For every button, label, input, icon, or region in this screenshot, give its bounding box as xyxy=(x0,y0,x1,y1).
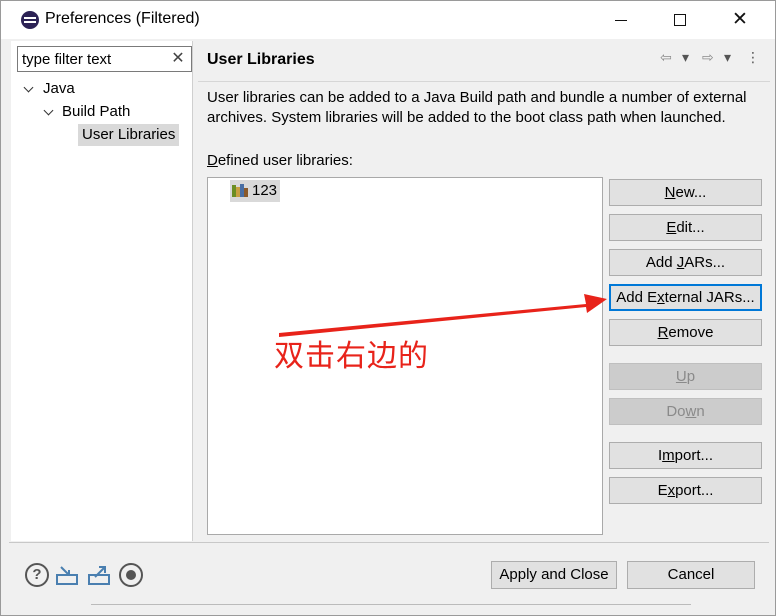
maximize-icon xyxy=(674,14,686,26)
button-label: Add xyxy=(645,254,677,271)
header-divider xyxy=(198,81,770,82)
annotation-text: 双击右边的 xyxy=(274,339,429,374)
filter-input[interactable] xyxy=(22,50,162,68)
tree-item-label: User Libraries xyxy=(82,126,176,143)
record-icon[interactable] xyxy=(119,563,143,587)
new-button[interactable]: New... xyxy=(609,179,762,206)
title-bar: Preferences (Filtered) ✕ xyxy=(1,1,775,39)
button-label: Do xyxy=(666,403,686,420)
maximize-button[interactable] xyxy=(651,1,709,39)
button-label: ARs... xyxy=(684,254,726,271)
preferences-window: Preferences (Filtered) ✕ ✕ Java Build Pa… xyxy=(0,0,776,616)
close-button[interactable]: ✕ xyxy=(711,1,769,39)
button-label: ternal JARs... xyxy=(664,289,755,306)
chevron-down-icon[interactable] xyxy=(23,83,35,95)
page-navigation: ⇦ ▾ ⇨ ▾ ⋮ xyxy=(658,49,760,67)
preference-tree-pane: ✕ Java Build Path User Libraries xyxy=(11,41,193,541)
button-label: n xyxy=(696,403,705,420)
button-label: dit... xyxy=(676,219,705,236)
help-icon[interactable]: ? xyxy=(25,563,49,587)
add-external-jars-button[interactable]: Add External JARs... xyxy=(609,284,762,311)
minimize-icon xyxy=(615,20,627,21)
chevron-down-icon[interactable] xyxy=(43,106,55,118)
mnemonic-letter: N xyxy=(664,184,676,201)
cancel-button[interactable]: Cancel xyxy=(627,561,755,589)
button-label: ew... xyxy=(675,184,707,201)
tree-item-user-libraries[interactable]: User Libraries xyxy=(78,124,180,146)
button-label: Add E xyxy=(616,289,658,306)
page-title: User Libraries xyxy=(207,51,315,68)
import-preferences-icon[interactable] xyxy=(55,563,79,587)
mnemonic-letter: w xyxy=(685,403,697,420)
mnemonic-letter: D xyxy=(207,152,218,169)
page-description: User libraries can be added to a Java Bu… xyxy=(207,89,747,126)
view-menu-icon[interactable]: ⋮ xyxy=(746,49,760,66)
clear-filter-icon[interactable]: ✕ xyxy=(169,49,187,69)
library-item[interactable]: 123 xyxy=(230,180,281,202)
up-button[interactable]: Up xyxy=(609,363,762,390)
tree-item-build-path[interactable]: Build Path xyxy=(43,101,130,123)
mnemonic-letter: x xyxy=(657,289,665,306)
import-button[interactable]: Import... xyxy=(609,442,762,469)
apply-and-close-button[interactable]: Apply and Close xyxy=(491,561,617,589)
background-window-edge xyxy=(91,604,691,616)
minimize-button[interactable] xyxy=(593,1,651,39)
eclipse-icon xyxy=(21,11,39,29)
filter-box: ✕ xyxy=(17,46,192,72)
button-label: port... xyxy=(674,447,714,464)
edit-button[interactable]: Edit... xyxy=(609,214,762,241)
export-button[interactable]: Export... xyxy=(609,477,762,504)
defined-libraries-label: Defined user libraries: xyxy=(207,152,353,169)
button-label: p xyxy=(686,368,696,385)
mnemonic-letter: R xyxy=(657,324,669,341)
library-icon xyxy=(232,183,248,197)
forward-menu-icon[interactable]: ▾ xyxy=(724,49,731,66)
back-menu-icon[interactable]: ▾ xyxy=(682,49,689,66)
remove-button[interactable]: Remove xyxy=(609,319,762,346)
button-label: port... xyxy=(675,482,714,499)
button-label: E xyxy=(657,482,668,499)
down-button[interactable]: Down xyxy=(609,398,762,425)
label-text: efined user libraries: xyxy=(217,152,353,169)
export-preferences-icon[interactable] xyxy=(87,563,111,587)
mnemonic-letter: x xyxy=(667,482,676,499)
add-jars-button[interactable]: Add JARs... xyxy=(609,249,762,276)
mnemonic-letter: E xyxy=(666,219,677,236)
tree-item-label: Build Path xyxy=(62,103,131,120)
mnemonic-letter: m xyxy=(662,447,675,464)
tree-item-java[interactable]: Java xyxy=(23,78,75,100)
window-title: Preferences (Filtered) xyxy=(45,10,200,27)
footer-divider xyxy=(9,542,769,543)
button-label: emove xyxy=(668,324,714,341)
library-name: 123 xyxy=(252,182,278,199)
mnemonic-letter: U xyxy=(675,368,687,385)
forward-arrow-icon[interactable]: ⇨ xyxy=(702,49,714,66)
back-arrow-icon[interactable]: ⇦ xyxy=(660,49,672,66)
tree-item-label: Java xyxy=(43,80,75,97)
